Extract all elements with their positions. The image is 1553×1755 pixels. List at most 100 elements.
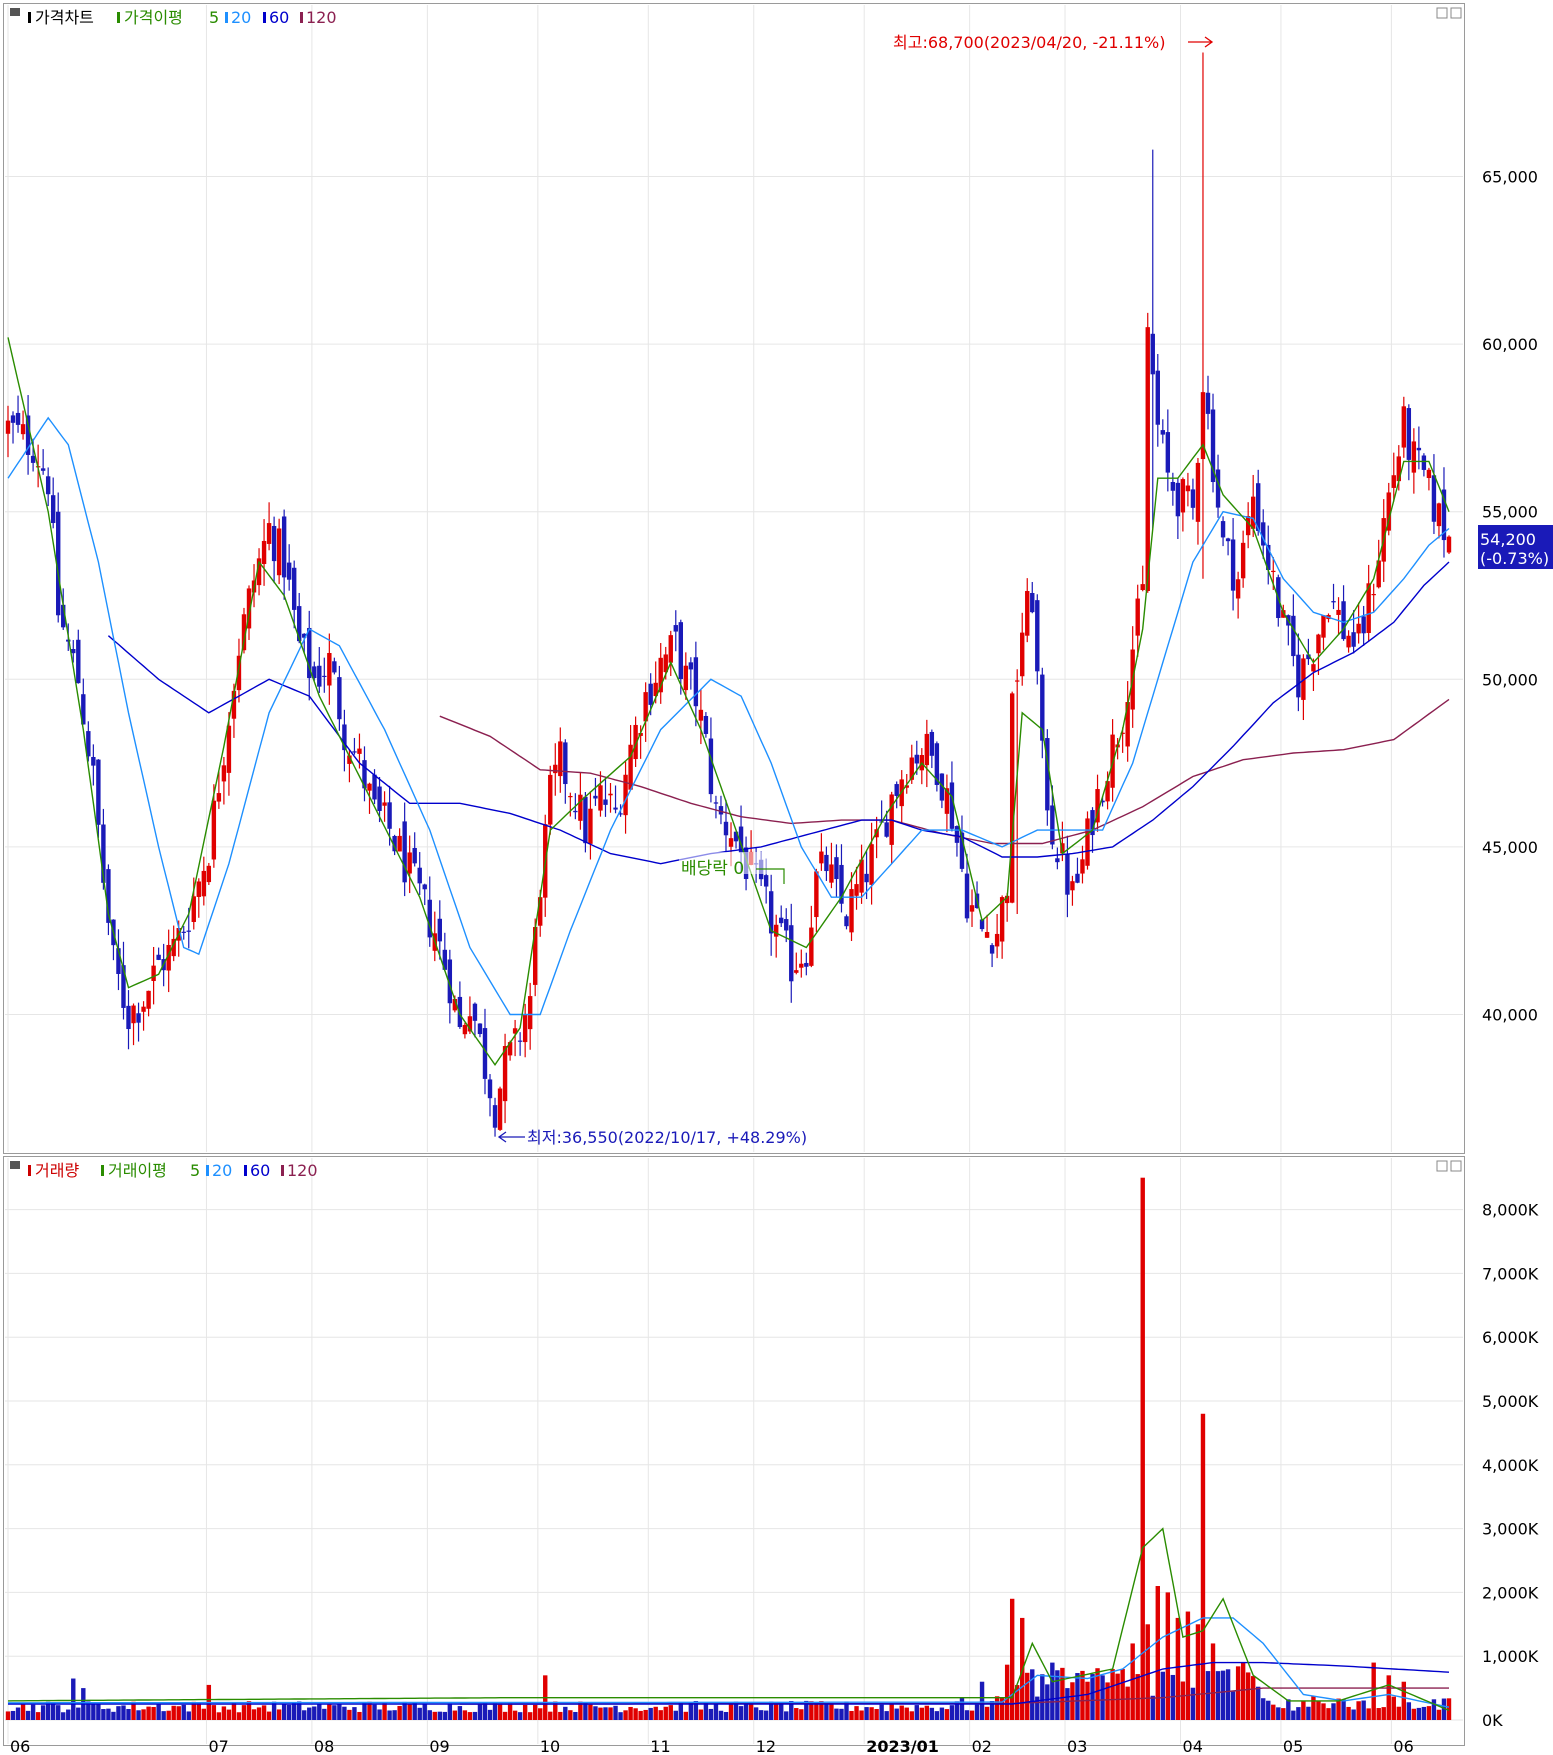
legend-ma60[interactable]: 60 bbox=[269, 8, 289, 27]
volume-bar bbox=[548, 1711, 553, 1720]
candle-body bbox=[784, 919, 789, 931]
candle-body bbox=[372, 774, 377, 800]
volume-bar bbox=[1180, 1681, 1186, 1720]
volume-bar bbox=[919, 1707, 925, 1720]
volume-bar bbox=[397, 1706, 402, 1720]
legend-panel-icon[interactable] bbox=[10, 1161, 20, 1169]
candle-body bbox=[422, 884, 427, 890]
volume-bar bbox=[1261, 1698, 1266, 1720]
candle-body bbox=[603, 799, 608, 805]
candle-body bbox=[1165, 432, 1171, 473]
legend-price-ma[interactable]: 가격이평 bbox=[124, 8, 183, 27]
volume-bar bbox=[914, 1705, 919, 1720]
candle-body bbox=[1391, 475, 1396, 488]
volume-bar bbox=[216, 1712, 222, 1720]
volume-bar bbox=[35, 1712, 41, 1720]
y-tick-label: 7,000K bbox=[1482, 1264, 1539, 1283]
volume-bar bbox=[1150, 1695, 1155, 1720]
volume-bar bbox=[743, 1702, 749, 1720]
volume-bar bbox=[1135, 1674, 1140, 1720]
volume-bar bbox=[1421, 1706, 1427, 1720]
legend-volume-ma[interactable]: 거래이평 bbox=[108, 1161, 167, 1180]
candle-body bbox=[477, 1023, 483, 1035]
candle-body bbox=[703, 715, 709, 734]
candle-body bbox=[1070, 881, 1075, 891]
candle-body bbox=[1421, 455, 1427, 470]
volume-bar bbox=[1110, 1669, 1115, 1720]
volume-bar bbox=[638, 1710, 643, 1720]
volume-bar bbox=[1100, 1675, 1105, 1720]
candle-body bbox=[1160, 430, 1166, 435]
minimize-icon[interactable] bbox=[1436, 1160, 1448, 1172]
candle-body bbox=[1431, 475, 1437, 522]
x-tick-label: 11 bbox=[650, 1737, 670, 1755]
volume-bar bbox=[447, 1703, 453, 1720]
legend-vol-ma20[interactable]: 20 bbox=[212, 1161, 232, 1180]
legend-vol-ma60[interactable]: 60 bbox=[250, 1161, 270, 1180]
legend-volume[interactable]: 거래량 bbox=[35, 1161, 79, 1180]
candle-body bbox=[1311, 664, 1316, 672]
candle-body bbox=[30, 455, 36, 463]
y-tick-label: 0K bbox=[1482, 1711, 1503, 1730]
volume-bar bbox=[492, 1702, 498, 1720]
volume-bar bbox=[839, 1708, 844, 1720]
candle-body bbox=[869, 844, 874, 885]
legend-price-chart[interactable]: 가격차트 bbox=[35, 8, 94, 27]
volume-bar bbox=[1376, 1708, 1381, 1720]
legend-marker-vol-ma20 bbox=[206, 1165, 209, 1176]
candle-body bbox=[181, 931, 186, 933]
volume-bar bbox=[723, 1711, 729, 1720]
volume-bar bbox=[859, 1710, 864, 1720]
candle-body bbox=[1341, 601, 1346, 640]
legend-ma20[interactable]: 20 bbox=[231, 8, 251, 27]
candle-body bbox=[964, 873, 970, 919]
maximize-icon[interactable] bbox=[1450, 7, 1462, 19]
candle-body bbox=[322, 675, 327, 678]
volume-bar bbox=[1130, 1643, 1135, 1720]
volume-bar bbox=[317, 1704, 322, 1720]
candle-body bbox=[563, 742, 568, 785]
candle-body bbox=[779, 917, 784, 924]
candle-body bbox=[216, 793, 222, 802]
volume-bar bbox=[527, 1712, 533, 1720]
volume-bar bbox=[1416, 1707, 1422, 1720]
legend-ma5[interactable]: 5 bbox=[209, 8, 219, 27]
candle-body bbox=[417, 867, 422, 884]
candle-body bbox=[864, 873, 869, 883]
volume-bar bbox=[688, 1702, 694, 1720]
candle-body bbox=[1411, 441, 1417, 473]
candle-body bbox=[1085, 818, 1090, 866]
volume-bar bbox=[1200, 1413, 1206, 1720]
volume-bar bbox=[718, 1710, 724, 1720]
volume-bar bbox=[748, 1702, 754, 1720]
minimize-icon[interactable] bbox=[1436, 7, 1448, 19]
volume-bar bbox=[648, 1707, 653, 1720]
volume-bar bbox=[939, 1707, 945, 1720]
volume-bar bbox=[96, 1703, 101, 1720]
legend-vol-ma5[interactable]: 5 bbox=[190, 1161, 200, 1180]
candle-body bbox=[984, 931, 990, 938]
volume-bar bbox=[477, 1703, 483, 1720]
volume-bar bbox=[372, 1704, 377, 1720]
volume-bar bbox=[1361, 1700, 1366, 1720]
candle-body bbox=[1256, 483, 1261, 531]
candle-body bbox=[583, 796, 588, 844]
candle-body bbox=[834, 857, 839, 880]
volume-bar bbox=[1396, 1706, 1401, 1720]
x-tick-label: 06 bbox=[1393, 1737, 1413, 1755]
candle-body bbox=[397, 835, 402, 852]
volume-bar bbox=[864, 1707, 869, 1720]
maximize-icon[interactable] bbox=[1450, 1160, 1462, 1172]
legend-vol-ma120[interactable]: 120 bbox=[287, 1161, 318, 1180]
candle-body bbox=[1050, 805, 1055, 845]
legend-panel-icon[interactable] bbox=[10, 8, 20, 16]
y-tick-label: 60,000 bbox=[1482, 335, 1538, 354]
legend-ma120[interactable]: 120 bbox=[306, 8, 337, 27]
volume-bar bbox=[347, 1709, 352, 1720]
volume-bar bbox=[1245, 1672, 1251, 1720]
volume-bar bbox=[1391, 1696, 1396, 1720]
volume-bar bbox=[357, 1711, 362, 1720]
candle-body bbox=[527, 996, 533, 1030]
candle-body bbox=[763, 875, 769, 887]
candle-body bbox=[854, 884, 859, 896]
